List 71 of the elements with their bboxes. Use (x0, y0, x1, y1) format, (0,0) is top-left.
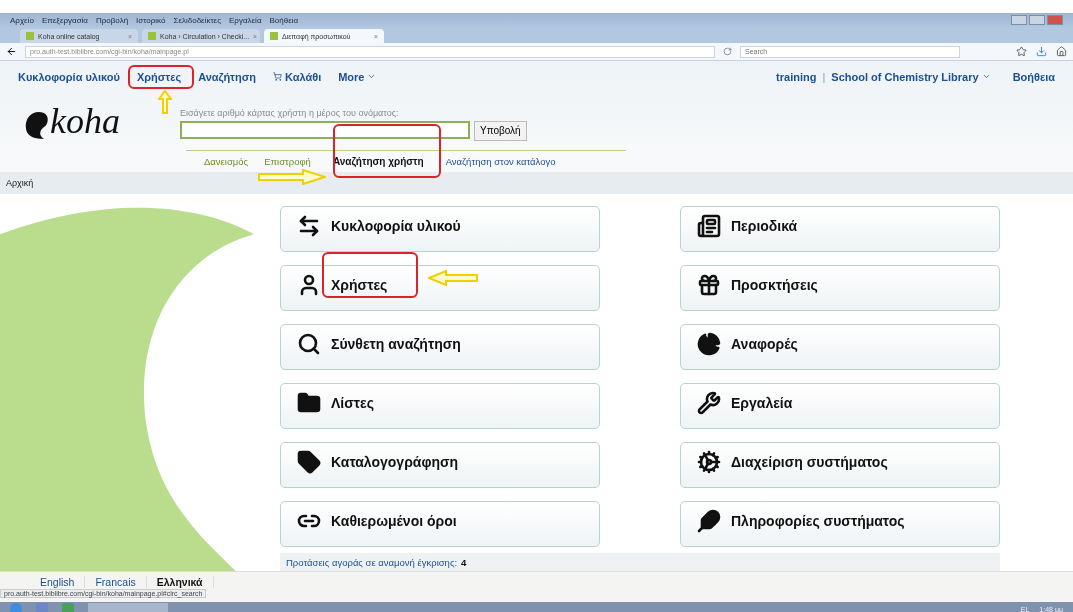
arrow-icon (258, 169, 326, 185)
arrows-icon (297, 214, 321, 238)
pending-link[interactable]: Προτάσεις αγοράς σε αναμονή έγκρισης: (286, 556, 458, 568)
favicon-icon (148, 32, 156, 40)
minimize-button[interactable] (1011, 15, 1027, 25)
language-link[interactable]: English (30, 576, 86, 588)
search-tab[interactable]: Αναζήτηση χρήστη (318, 156, 438, 167)
gears-icon (697, 450, 721, 474)
menu-item[interactable]: Βοήθεια (269, 15, 299, 25)
koha-logo[interactable]: koha (22, 99, 152, 143)
module-button[interactable]: Καθιερωμένοι όροι (280, 501, 600, 547)
help-link[interactable]: Βοήθεια (1012, 70, 1055, 83)
favicon-icon (26, 32, 34, 40)
caret-icon (981, 72, 991, 81)
module-button[interactable]: Διαχείριση συστήματος (680, 442, 1000, 488)
nav-link[interactable]: Αναζήτηση (198, 70, 256, 83)
module-button[interactable]: Χρήστες (280, 265, 600, 311)
nav-link[interactable]: More (338, 70, 377, 83)
menu-item[interactable]: Ιστορικό (136, 15, 166, 25)
menu-item[interactable]: Επεξεργασία (41, 15, 88, 25)
arrow-icon (428, 270, 478, 286)
back-icon[interactable] (6, 46, 17, 57)
folder-icon (297, 391, 321, 415)
module-button[interactable]: Κυκλοφορία υλικού (280, 206, 600, 252)
search-tab[interactable]: Επιστροφή (256, 156, 319, 167)
module-button[interactable]: Αναφορές (680, 324, 1000, 370)
cart-icon (273, 72, 282, 81)
module-button[interactable]: Περιοδικά (680, 206, 1000, 252)
search-icon (297, 332, 321, 356)
pie-chart-icon (697, 332, 721, 356)
caret-icon (367, 72, 377, 81)
module-button[interactable]: Λίστες (280, 383, 600, 429)
patron-search-field[interactable] (180, 120, 470, 139)
newspaper-icon (697, 214, 721, 238)
nav-link[interactable]: Χρήστες (136, 70, 182, 83)
pending-count: 4 (461, 556, 467, 568)
nav-link[interactable]: Καλάθι (273, 70, 322, 83)
taskbar-button[interactable] (88, 602, 168, 612)
close-button[interactable] (1047, 15, 1063, 25)
language-link[interactable]: Francais (85, 576, 147, 588)
arrow-icon (158, 90, 172, 114)
library-menu[interactable]: School of Chemistry Library (831, 70, 991, 83)
favicon-icon (270, 32, 278, 40)
search-tab[interactable]: Δανεισμός (196, 156, 257, 167)
breadcrumb[interactable]: Αρχική (6, 178, 34, 188)
leaf-icon (697, 509, 721, 533)
nav-link[interactable]: Κυκλοφορία υλικού (18, 70, 120, 83)
module-button[interactable]: Πληροφορίες συστήματος (680, 501, 1000, 547)
module-button[interactable]: Καταλογογράφηση (280, 442, 600, 488)
tag-icon (297, 450, 321, 474)
module-button[interactable]: Σύνθετη αναζήτηση (280, 324, 600, 370)
reload-icon[interactable] (723, 47, 732, 56)
user-link[interactable]: training (776, 70, 817, 83)
download-icon[interactable] (1036, 46, 1047, 57)
submit-button[interactable]: Υποβολή (474, 120, 527, 141)
maximize-button[interactable] (1029, 15, 1045, 25)
wrench-icon (697, 391, 721, 415)
search-tab[interactable]: Αναζήτηση στον κατάλογο (437, 156, 564, 167)
module-button[interactable]: Εργαλεία (680, 383, 1000, 429)
search-hint: Εισάγετε αριθμό κάρτας χρήστη η μέρος του ονόματος: (180, 107, 400, 118)
menu-item[interactable]: Προβολή (96, 15, 129, 25)
star-icon[interactable] (1016, 46, 1027, 57)
module-button[interactable]: Προσκτήσεις (680, 265, 1000, 311)
menu-item[interactable]: Σελιδοδείκτες (173, 15, 222, 25)
highlight-box (128, 65, 194, 89)
menu-item[interactable]: Εργαλεία (229, 15, 262, 25)
language-link[interactable]: Ελληνικά (146, 576, 214, 588)
home-icon[interactable] (1056, 46, 1067, 57)
menu-item[interactable]: Αρχείο (10, 15, 34, 25)
separator: | (822, 70, 826, 83)
gift-icon (697, 273, 721, 297)
